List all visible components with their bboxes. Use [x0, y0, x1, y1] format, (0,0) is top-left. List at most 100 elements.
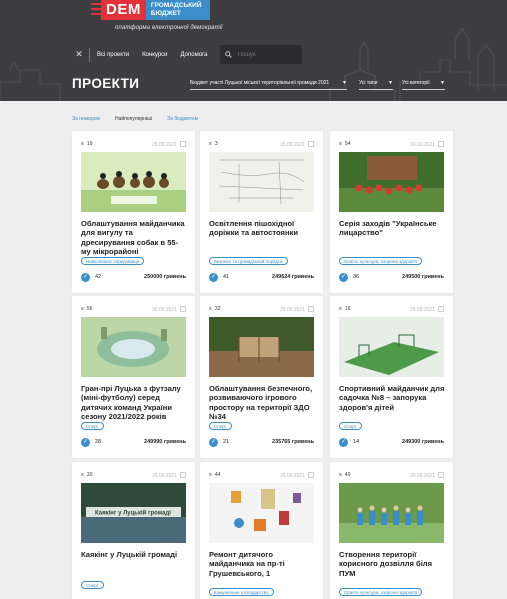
sort-bar: За номером Найпопулярніші За бюджетом [72, 116, 213, 122]
project-date: 15.09.2021 [280, 141, 314, 148]
nav-help[interactable]: Допомога [181, 52, 208, 58]
calendar-icon [438, 141, 444, 147]
search-input[interactable] [237, 51, 298, 58]
project-date: 29.09.2021 [280, 472, 314, 479]
vote-count: 36 [353, 274, 360, 280]
category-tag[interactable]: Спорт [209, 422, 232, 430]
project-image-playground[interactable] [209, 317, 314, 377]
chevron-down-icon: ▼ [440, 80, 445, 86]
project-image-toys[interactable] [209, 483, 314, 543]
nav-all-projects[interactable]: Всі проекти [97, 52, 129, 58]
vote-count: 14 [353, 439, 360, 445]
category-tag[interactable]: Навколишнє середовище [81, 257, 145, 265]
project-title[interactable]: Гран-прі Луцька з футзалу (міні-футболу)… [81, 384, 187, 421]
project-card[interactable]: ≡ 32 29.09.2021 Облаштування безпечного, р… [200, 296, 323, 458]
category-tag[interactable]: Спорт [81, 422, 104, 430]
site-header: DEM ГРОМАДСЬКИЙ БЮДЖЕТ платформа електро… [0, 0, 507, 101]
project-date: 30.09.2021 [152, 306, 186, 313]
project-title[interactable]: Ремонт дитячого майданчика на пр-ті Груш… [209, 550, 315, 578]
project-title[interactable]: Облаштування безпечного, розвиваючого іг… [209, 384, 315, 421]
project-image-kayaking[interactable]: Каякінг у Луцькій громаді [81, 483, 186, 543]
calendar-icon [308, 141, 314, 147]
project-title[interactable]: Каякінг у Луцькій громаді [81, 550, 187, 559]
project-card[interactable]: ≡ 19 28.09.2021 Облаштування майданчика дл… [72, 131, 195, 293]
project-image-group[interactable] [339, 483, 444, 543]
category-tag[interactable]: Спорт [81, 581, 104, 589]
project-date: 30.09.2021 [410, 472, 444, 479]
project-title[interactable]: Облаштування майданчика для вигулу та др… [81, 219, 187, 256]
search-icon [225, 51, 233, 58]
category-filter[interactable]: Усі категорії ▼ [402, 80, 445, 90]
nav-contests[interactable]: Конкурси [142, 52, 167, 58]
project-number: ≡ 44 [209, 472, 221, 478]
sort-by-popularity[interactable]: Найпопулярніші [115, 116, 152, 122]
category-tag[interactable]: Освіта, культура, охорона здоров'я [339, 588, 422, 596]
project-number: ≡ 16 [339, 306, 351, 312]
check-icon: ✓ [209, 272, 218, 282]
project-image-dogs[interactable] [81, 152, 186, 212]
check-icon: ✓ [339, 272, 348, 282]
project-budget: 249624 гривень [272, 274, 314, 280]
project-image-stadium[interactable] [81, 317, 186, 377]
check-icon: ✓ [339, 437, 348, 447]
category-tag[interactable]: Освіта, культура, охорона здоров'я [339, 257, 422, 265]
project-card[interactable]: ≡ 54 30.09.2021 Серія заходів "Українське … [330, 131, 453, 293]
calendar-icon [438, 472, 444, 478]
project-date: 29.09.2021 [152, 472, 186, 479]
logo-dem: DEM [101, 0, 146, 20]
vote-count: 41 [223, 274, 230, 280]
calendar-icon [438, 306, 444, 312]
sort-by-budget[interactable]: За бюджетом [167, 116, 198, 122]
project-card[interactable]: ≡ 16 28.09.2021 Спортивний майданчик для с… [330, 296, 453, 458]
project-card[interactable]: ≡ 56 30.09.2021 Гран-прі Луцька з футзалу … [72, 296, 195, 458]
calendar-icon [180, 141, 186, 147]
project-number: ≡ 49 [339, 472, 351, 478]
project-number: ≡ 54 [339, 141, 351, 147]
calendar-icon [308, 472, 314, 478]
calendar-icon [180, 306, 186, 312]
project-budget: 249500 гривень [402, 274, 444, 280]
project-title[interactable]: Створення території корисного дозвілля б… [339, 550, 445, 578]
chevron-down-icon: ▼ [388, 80, 393, 86]
project-title[interactable]: Серія заходів "Українське лицарство" [339, 219, 445, 238]
page-title: ПРОЕКТИ [72, 76, 140, 91]
project-number: ≡ 32 [209, 306, 221, 312]
logo[interactable]: DEM ГРОМАДСЬКИЙ БЮДЖЕТ [91, 0, 210, 20]
main-nav: ✕ Всі проекти Конкурси Допомога [72, 45, 303, 64]
project-card[interactable]: ≡ 44 29.09.2021 Ремонт дитячого майданчика… [200, 462, 323, 599]
check-icon: ✓ [81, 272, 90, 282]
project-card[interactable]: ≡ 49 30.09.2021 Створення території корисн… [330, 462, 453, 599]
close-icon[interactable]: ✕ [72, 49, 86, 60]
project-date: 29.09.2021 [280, 306, 314, 313]
category-tag[interactable]: Безпека та громадський порядок [209, 257, 288, 265]
chevron-down-icon: ▼ [342, 80, 347, 86]
project-image-sportsground[interactable] [339, 317, 444, 377]
project-image-scheme[interactable] [209, 152, 314, 212]
project-number: ≡ 56 [81, 306, 93, 312]
tagline: платформа електронної демократії [115, 25, 223, 31]
project-title[interactable]: Спортивний майданчик для садочка №8 – за… [339, 384, 445, 412]
vote-count: 21 [223, 439, 230, 445]
project-date: 28.09.2021 [410, 306, 444, 313]
category-tag[interactable]: Комунальне господарство [209, 588, 274, 596]
project-budget: 249990 гривень [144, 439, 186, 445]
project-budget: 250000 гривень [144, 274, 186, 280]
calendar-icon [308, 306, 314, 312]
project-budget: 249300 гривень [402, 439, 444, 445]
project-number: ≡ 3 [209, 141, 218, 147]
project-title[interactable]: Освітлення пішохідної доріжки та автосто… [209, 219, 315, 238]
project-date: 30.09.2021 [410, 141, 444, 148]
project-card[interactable]: ≡ 30 29.09.2021 Каякінг у Луцькій громаді … [72, 462, 195, 599]
contest-filter[interactable]: Бюджет участі Луцької міської територіал… [190, 80, 347, 90]
project-budget: 235765 гривень [272, 439, 314, 445]
project-card[interactable]: ≡ 3 15.09.2021 Освітлення пішохідної доріж… [200, 131, 323, 293]
calendar-icon [180, 472, 186, 478]
search-box[interactable] [220, 45, 303, 64]
project-number: ≡ 30 [81, 472, 93, 478]
check-icon: ✓ [209, 437, 218, 447]
project-image-knights[interactable] [339, 152, 444, 212]
check-icon: ✓ [81, 437, 90, 447]
category-tag[interactable]: Спорт [339, 422, 362, 430]
sort-by-number[interactable]: За номером [72, 116, 100, 122]
type-filter[interactable]: Усі типи ▼ [359, 80, 393, 90]
